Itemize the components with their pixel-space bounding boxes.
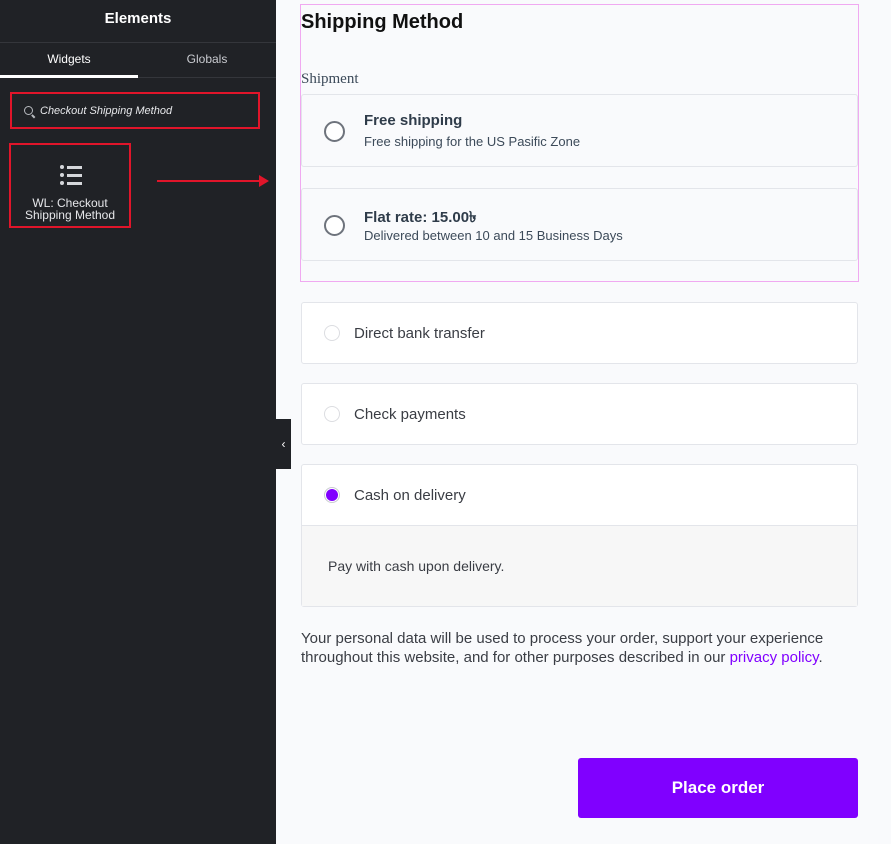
radio-bank-transfer[interactable] — [324, 325, 340, 341]
widget-search[interactable] — [10, 92, 260, 129]
payment-method-label: Check payments — [354, 406, 466, 423]
radio-check-payments[interactable] — [324, 406, 340, 422]
payment-method-bank-transfer[interactable]: Direct bank transfer — [301, 302, 858, 364]
widget-label-line2: Shipping Method — [24, 208, 116, 222]
radio-cash-on-delivery[interactable] — [324, 487, 340, 503]
search-input[interactable] — [40, 94, 256, 127]
collapse-panel-button[interactable]: ‹ — [276, 419, 291, 469]
privacy-policy-link[interactable]: privacy policy — [730, 649, 819, 666]
payment-method-label: Direct bank transfer — [354, 325, 485, 342]
shipping-option-desc: Free shipping for the US Pasific Zone — [364, 134, 581, 149]
payment-method-label: Cash on delivery — [354, 487, 466, 504]
radio-free-shipping[interactable] — [324, 121, 345, 142]
chevron-left-icon: ‹ — [281, 437, 286, 451]
shipping-option-name: Free shipping — [364, 112, 463, 129]
elements-panel: Elements Widgets Globals WL: Checkout Sh… — [0, 0, 276, 844]
red-arrow-annotation — [157, 175, 269, 187]
shipping-option-flat-rate[interactable]: Flat rate: 15.00৳ Delivered between 10 a… — [301, 188, 858, 261]
tab-widgets[interactable]: Widgets — [0, 43, 138, 78]
payment-description-box: Pay with cash upon delivery. — [302, 525, 857, 606]
search-icon — [24, 106, 33, 115]
place-order-button[interactable]: Place order — [578, 758, 858, 818]
privacy-suffix: . — [818, 649, 823, 666]
widget-checkout-shipping-method[interactable]: WL: Checkout Shipping Method — [9, 143, 131, 228]
payment-method-check[interactable]: Check payments — [301, 383, 858, 445]
tab-globals[interactable]: Globals — [138, 43, 276, 78]
shipping-title: Shipping Method — [301, 11, 464, 33]
payment-description: Pay with cash upon delivery. — [328, 558, 505, 574]
radio-flat-rate[interactable] — [324, 215, 345, 236]
shipping-option-free[interactable]: Free shipping Free shipping for the US P… — [301, 94, 858, 167]
list-icon — [60, 165, 84, 187]
widget-label: WL: Checkout Shipping Method — [11, 197, 129, 221]
panel-tabs: Widgets Globals — [0, 42, 276, 78]
payment-method-cod[interactable]: Cash on delivery Pay with cash upon deli… — [301, 464, 858, 607]
privacy-notice: Your personal data will be used to proce… — [301, 629, 861, 667]
panel-title: Elements — [104, 10, 172, 27]
shipping-option-desc: Delivered between 10 and 15 Business Day… — [364, 228, 623, 243]
shipment-label: Shipment — [301, 71, 359, 87]
